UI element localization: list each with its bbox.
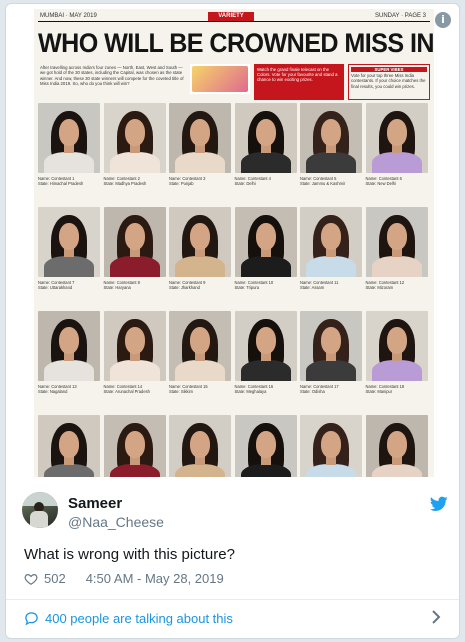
contestant-caption: Name: Contestant 15 State: Sikkim xyxy=(169,384,208,395)
contestant-card: Name: Contestant 20 State: Goa xyxy=(103,415,166,477)
contestant-caption: Name: Contestant 5 State: Jammu & Kashmi… xyxy=(300,176,346,187)
contestant-card: Name: Contestant 8 State: Haryana xyxy=(103,207,166,290)
contestant-portrait xyxy=(169,415,231,477)
contestant-card: Name: Contestant 7 State: Uttarakhand xyxy=(38,207,100,290)
contestant-portrait xyxy=(300,415,362,477)
tweet-text: What is wrong with this picture? xyxy=(24,546,235,563)
contestant-card: Name: Contestant 21 State: Gujarat xyxy=(169,415,231,477)
contestant-portrait xyxy=(169,311,231,381)
masthead-right: SUNDAY · PAGE 3 xyxy=(374,13,426,19)
contestant-card: Name: Contestant 18 State: Manipur xyxy=(365,311,428,394)
contestant-card: Name: Contestant 16 State: Meghalaya xyxy=(234,311,297,394)
contestant-portrait xyxy=(365,311,428,381)
contestant-caption: Name: Contestant 10 State: Tripura xyxy=(234,280,274,291)
contestant-caption: Name: Contestant 13 State: Nagaland xyxy=(38,384,77,395)
user-handle[interactable]: @Naa_Cheese xyxy=(68,514,164,530)
contestant-caption: Name: Contestant 11 State: Assam xyxy=(300,280,339,291)
newspaper-intro: After travelling across India's four zon… xyxy=(40,65,184,87)
contestant-portrait xyxy=(365,103,428,173)
contestant-caption: Name: Contestant 4 State: Delhi xyxy=(234,176,271,187)
contestant-caption: Name: Contestant 8 State: Haryana xyxy=(103,280,140,291)
tweet-timestamp[interactable]: 4:50 AM - May 28, 2019 xyxy=(86,571,224,586)
contestant-portrait xyxy=(365,207,428,277)
info-icon[interactable]: i xyxy=(435,12,451,28)
contestant-card: Name: Contestant 13 State: Nagaland xyxy=(38,311,100,394)
embedded-tweet-card[interactable]: i MUMBAI · MAY 2019 VARIETY SUNDAY · PAG… xyxy=(5,3,460,639)
contestant-caption: Name: Contestant 12 State: Mizoram xyxy=(365,280,405,291)
contestant-card: Name: Contestant 1 State: Himachal Prade… xyxy=(38,103,100,186)
contestant-caption: Name: Contestant 6 State: New Delhi xyxy=(365,176,402,187)
heart-icon[interactable] xyxy=(24,572,38,586)
contestant-card: Name: Contestant 17 State: Odisha xyxy=(300,311,362,394)
newspaper-headline: WHO WILL BE CROWNED MISS INDIA THIS YEAR… xyxy=(38,28,434,58)
contestant-card: Name: Contestant 11 State: Assam xyxy=(300,207,362,290)
contestant-caption: Name: Contestant 14 State: Arunachal Pra… xyxy=(103,384,150,395)
contestant-portrait xyxy=(103,207,166,277)
contestant-portrait xyxy=(300,103,362,173)
contestant-card: Name: Contestant 5 State: Jammu & Kashmi… xyxy=(300,103,362,186)
contestant-portrait xyxy=(234,103,297,173)
contestant-caption: Name: Contestant 1 State: Himachal Prade… xyxy=(38,176,84,187)
contestant-card: Name: Contestant 9 State: Jharkhand xyxy=(169,207,231,290)
contestant-card: Name: Contestant 10 State: Tripura xyxy=(234,207,297,290)
contestant-portrait xyxy=(234,415,297,477)
promo-box-red: Watch the grand finale telecast on the C… xyxy=(254,64,344,100)
contestant-caption: Name: Contestant 17 State: Odisha xyxy=(300,384,339,395)
avatar[interactable] xyxy=(22,492,58,528)
chevron-right-icon xyxy=(432,610,441,624)
contestant-caption: Name: Contestant 2 State: Madhya Pradesh xyxy=(103,176,147,187)
contestant-caption: Name: Contestant 9 State: Jharkhand xyxy=(169,280,206,291)
contestant-portrait xyxy=(169,103,231,173)
contestant-portrait xyxy=(365,415,428,477)
contestant-grid: Name: Contestant 1 State: Himachal Prade… xyxy=(38,103,430,477)
contestant-portrait xyxy=(300,207,362,277)
contestant-portrait xyxy=(38,103,100,173)
contestant-card: Name: Contestant 4 State: Delhi xyxy=(234,103,297,186)
display-name[interactable]: Sameer xyxy=(68,495,122,512)
promo-graphic xyxy=(190,64,250,94)
contestant-portrait xyxy=(103,103,166,173)
contestant-portrait xyxy=(234,207,297,277)
contestant-card: Name: Contestant 14 State: Arunachal Pra… xyxy=(103,311,166,394)
contestant-caption: Name: Contestant 16 State: Meghalaya xyxy=(234,384,274,395)
like-count[interactable]: 502 xyxy=(44,571,66,586)
section-tag: VARIETY xyxy=(208,12,254,21)
newspaper-masthead: MUMBAI · MAY 2019 VARIETY SUNDAY · PAGE … xyxy=(38,12,430,22)
contestant-portrait xyxy=(103,415,166,477)
contestant-portrait xyxy=(38,207,100,277)
conversation-link[interactable]: 400 people are talking about this xyxy=(6,600,459,636)
contestant-card: Name: Contestant 19 State: Bihar xyxy=(38,415,100,477)
promo-box-text: Vote for your top three Miss India conte… xyxy=(351,73,426,89)
contestant-card: Name: Contestant 24 State: Maharashtra xyxy=(365,415,428,477)
contestant-caption: Name: Contestant 7 State: Uttarakhand xyxy=(38,280,75,291)
promo-box-vote: SUPER VIBES Vote for your top three Miss… xyxy=(348,64,430,100)
contestant-portrait xyxy=(300,311,362,381)
contestant-card: Name: Contestant 22 State: Rajasthan xyxy=(234,415,297,477)
contestant-portrait xyxy=(169,207,231,277)
conversation-count: 400 people are talking about this xyxy=(45,610,233,626)
contestant-card: Name: Contestant 3 State: Punjab xyxy=(169,103,231,186)
promo-box-title: SUPER VIBES xyxy=(351,67,427,73)
tweet-meta: 502 4:50 AM - May 28, 2019 xyxy=(24,571,224,586)
contestant-portrait xyxy=(234,311,297,381)
contestant-portrait xyxy=(38,311,100,381)
contestant-portrait xyxy=(38,415,100,477)
masthead-left: MUMBAI · MAY 2019 xyxy=(40,13,97,19)
contestant-card: Name: Contestant 12 State: Mizoram xyxy=(365,207,428,290)
twitter-bird-icon[interactable] xyxy=(430,496,448,512)
contestant-card: Name: Contestant 15 State: Sikkim xyxy=(169,311,231,394)
contestant-card: Name: Contestant 6 State: New Delhi xyxy=(365,103,428,186)
contestant-card: Name: Contestant 23 State: West Bengal xyxy=(300,415,362,477)
contestant-caption: Name: Contestant 3 State: Punjab xyxy=(169,176,206,187)
contestant-caption: Name: Contestant 18 State: Manipur xyxy=(365,384,405,395)
contestant-card: Name: Contestant 2 State: Madhya Pradesh xyxy=(103,103,166,186)
contestant-portrait xyxy=(103,311,166,381)
speech-bubble-icon xyxy=(25,611,38,625)
tweet-photo[interactable]: MUMBAI · MAY 2019 VARIETY SUNDAY · PAGE … xyxy=(34,9,434,477)
